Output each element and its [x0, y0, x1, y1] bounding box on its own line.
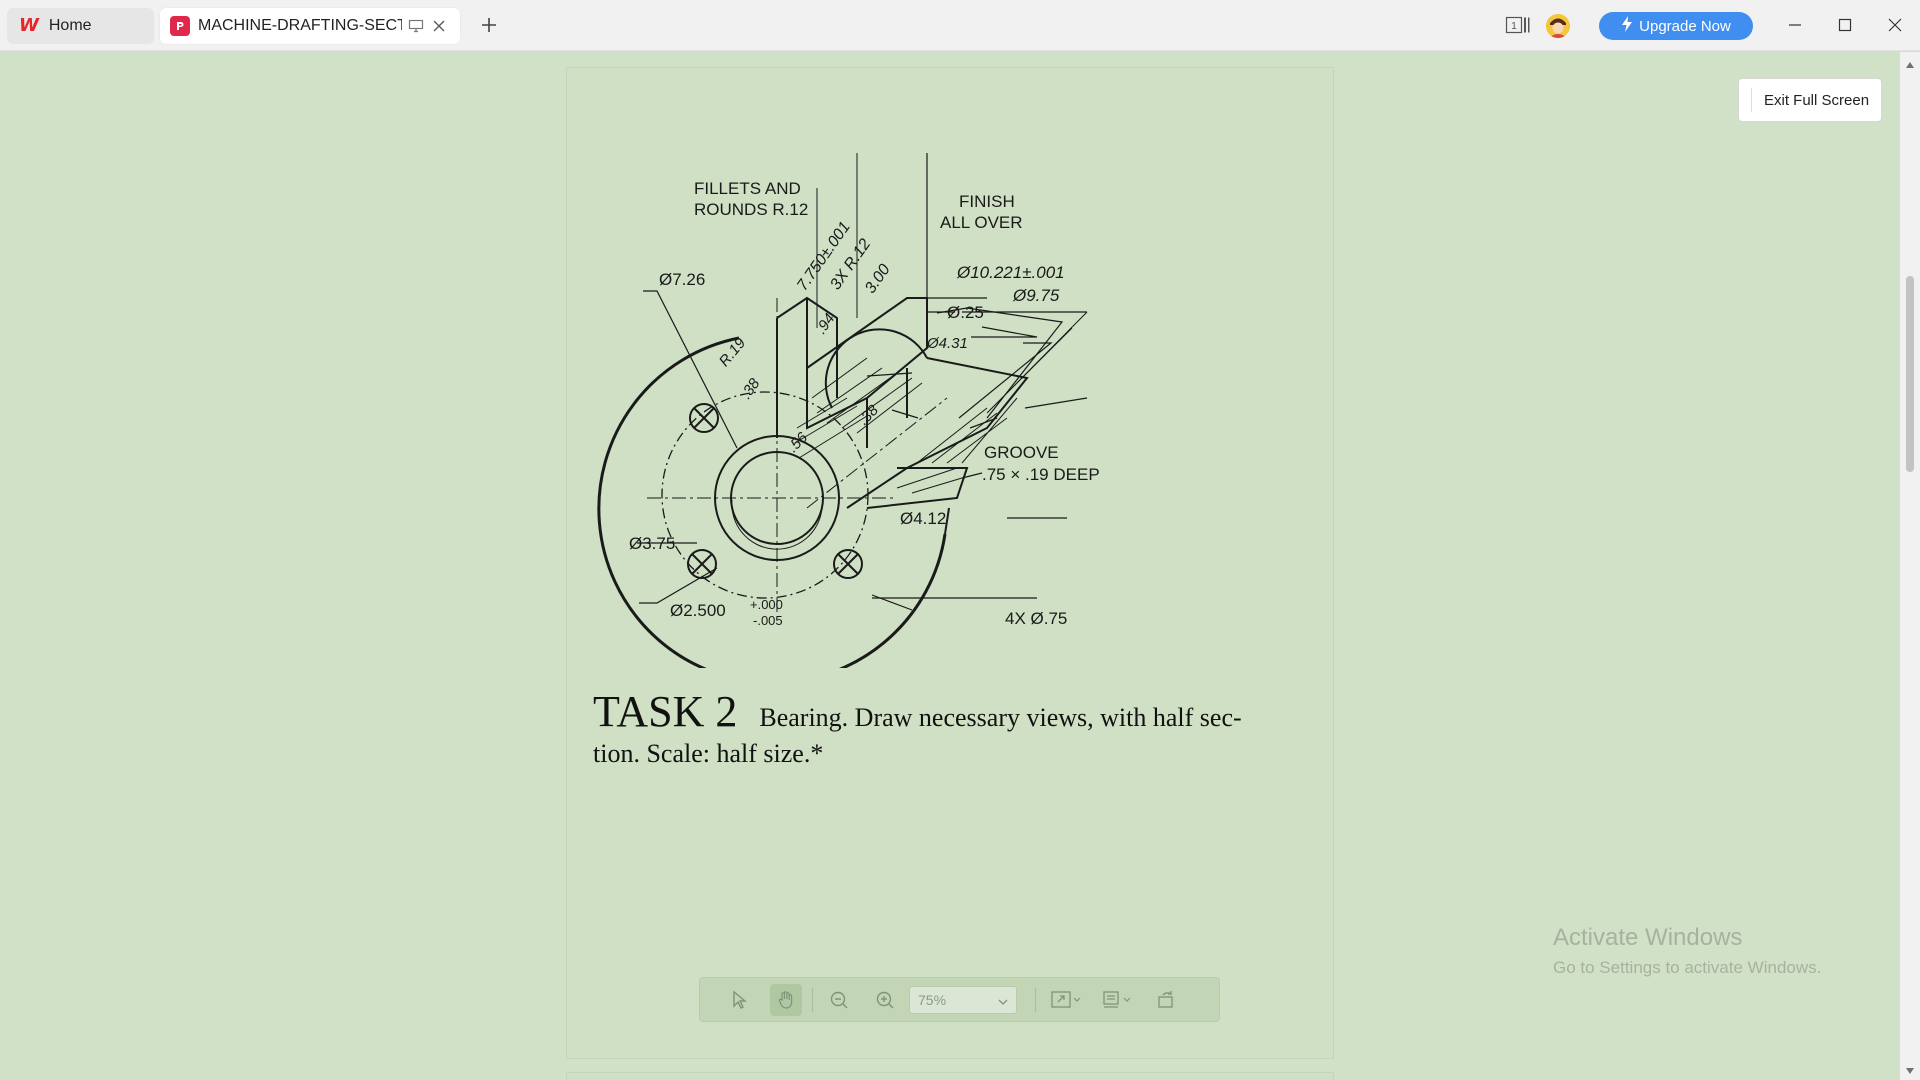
scroll-up-arrow-icon[interactable] [1906, 62, 1914, 68]
label-d431: Ø4.31 [926, 335, 968, 352]
label-d25: Ø.25 [947, 303, 984, 322]
task-caption: TASK 2 Bearing. Draw necessary views, wi… [593, 686, 1313, 769]
close-tab-icon[interactable] [432, 19, 446, 33]
minimize-icon[interactable] [1780, 10, 1810, 40]
label-300: 3.00 [862, 261, 894, 296]
zoom-in-icon[interactable] [869, 984, 901, 1016]
label-38b: .38 [855, 401, 882, 428]
view-pages-button[interactable]: 1 [1503, 10, 1533, 40]
activate-windows-watermark: Activate Windows Go to Settings to activ… [1553, 924, 1821, 978]
bearing-drawing: FILLETS AND ROUNDS R.12 FINISH ALL OVER … [597, 153, 1100, 668]
label-all-over: ALL OVER [940, 213, 1023, 232]
label-56: .56 [784, 429, 811, 456]
label-38a: .38 [738, 375, 764, 402]
fit-page-icon[interactable] [1046, 984, 1086, 1016]
label-d975: Ø9.75 [1012, 286, 1060, 305]
label-d10221: Ø10.221±.001 [956, 263, 1065, 282]
label-d412: Ø4.12 [900, 509, 946, 528]
label-tol-minus: -.005 [753, 613, 783, 628]
label-tol-plus: +.000 [750, 597, 783, 612]
exit-full-screen-label: Exit Full Screen [1764, 91, 1870, 109]
upgrade-now-button[interactable]: Upgrade Now [1599, 12, 1753, 40]
page-layout-icon[interactable] [1098, 984, 1138, 1016]
zoom-level-value: 75% [918, 991, 947, 1008]
document-page: FILLETS AND ROUNDS R.12 FINISH ALL OVER … [566, 67, 1334, 1059]
activate-windows-title: Activate Windows [1553, 924, 1743, 951]
next-page-edge [566, 1072, 1334, 1080]
scroll-down-arrow-icon[interactable] [1906, 1068, 1914, 1074]
label-groove-depth: .75 × .19 DEEP [982, 465, 1100, 484]
toolbar-divider [1035, 987, 1036, 1012]
chevron-down-icon [998, 992, 1008, 1008]
new-tab-plus-icon[interactable] [477, 13, 501, 37]
toolbar-divider [812, 987, 813, 1012]
tab-home-label: Home [48, 17, 92, 34]
tab-document[interactable]: MACHINE-DRAFTING-SECTION [160, 8, 460, 44]
maximize-icon[interactable] [1830, 10, 1860, 40]
scroll-thumb[interactable] [1906, 276, 1914, 472]
floating-toolbar: 75% [699, 977, 1220, 1022]
tab-document-label: MACHINE-DRAFTING-SECTION [198, 17, 402, 34]
rotate-page-icon[interactable] [1150, 984, 1182, 1016]
task-title: TASK 2 [593, 687, 738, 736]
vertical-scrollbar[interactable] [1900, 52, 1920, 1080]
exit-fs-divider [1751, 88, 1752, 112]
task-description-line2: tion. Scale: half size.* [593, 739, 824, 768]
label-holes: 4X Ø.75 [1005, 609, 1067, 628]
view-count-label: 1 [1511, 21, 1517, 32]
exit-full-screen-button[interactable]: Exit Full Screen [1738, 78, 1882, 122]
wps-logo-icon: W [19, 15, 39, 36]
avatar[interactable] [1546, 14, 1570, 38]
label-fillets: FILLETS AND [694, 179, 801, 198]
label-r19: R.19 [716, 334, 750, 370]
label-d2500: Ø2.500 [670, 601, 726, 620]
upgrade-label: Upgrade Now [1639, 17, 1731, 35]
lightning-icon [1621, 16, 1633, 36]
monitor-icon[interactable] [408, 19, 424, 33]
label-finish: FINISH [959, 192, 1015, 211]
zoom-level-select[interactable]: 75% [909, 985, 1017, 1014]
close-window-icon[interactable] [1880, 10, 1910, 40]
title-bar: W Home MACHINE-DRAFTING-SECTION 1 [0, 0, 1920, 51]
label-94: .94 [813, 310, 839, 337]
zoom-out-icon[interactable] [823, 984, 855, 1016]
task-description-line1: Bearing. Draw necessary views, with half… [759, 703, 1242, 732]
label-d375: Ø3.75 [629, 534, 675, 553]
tab-home[interactable]: W Home [7, 8, 154, 44]
select-cursor-icon[interactable] [724, 984, 756, 1016]
pdf-logo-icon [170, 16, 190, 36]
activate-windows-subtitle: Go to Settings to activate Windows. [1553, 958, 1822, 977]
label-groove: GROOVE [984, 443, 1059, 462]
hand-tool-icon[interactable] [770, 983, 802, 1016]
label-d726: Ø7.26 [659, 270, 705, 289]
label-rounds: ROUNDS R.12 [694, 200, 808, 219]
